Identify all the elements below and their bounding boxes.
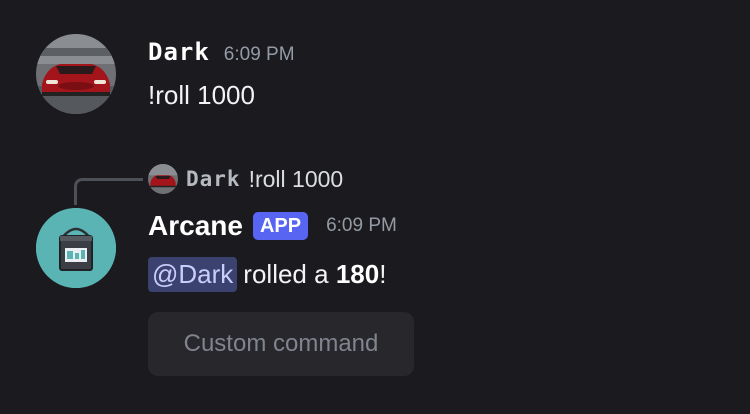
reply-connector-line — [74, 178, 143, 205]
chat-window: Dark 6:09 PM !roll 1000 Dark !roll 1000 — [0, 0, 750, 414]
bot-avatar[interactable] — [36, 208, 116, 288]
user-mention[interactable]: @Dark — [148, 256, 238, 292]
message-timestamp: 6:09 PM — [223, 44, 295, 65]
message-timestamp: 6:09 PM — [326, 215, 397, 236]
app-badge: APP — [252, 212, 309, 240]
message-content: @Dark rolled a 180 ! — [148, 252, 386, 296]
custom-command-button[interactable]: Custom command — [148, 312, 414, 376]
reply-avatar — [148, 164, 178, 194]
message-header: Dark 6:09 PM — [148, 38, 295, 68]
message-text: rolled a — [243, 258, 329, 289]
reply-content: !roll 1000 — [248, 165, 344, 192]
red-car-avatar-icon — [148, 164, 178, 194]
roll-result: 180 — [335, 258, 380, 289]
author-name[interactable]: Dark — [148, 38, 210, 66]
reply-author-name[interactable]: Dark — [186, 167, 241, 191]
red-car-avatar-icon — [36, 34, 116, 114]
user-avatar[interactable] — [36, 34, 116, 114]
bot-author-name[interactable]: Arcane — [148, 210, 243, 242]
reply-preview[interactable]: Dark !roll 1000 — [148, 163, 343, 195]
message-content: !roll 1000 — [148, 80, 255, 110]
message-text-end: ! — [379, 258, 387, 289]
paint-bucket-avatar-icon — [36, 208, 116, 288]
message-header: Arcane APP 6:09 PM — [148, 208, 397, 244]
